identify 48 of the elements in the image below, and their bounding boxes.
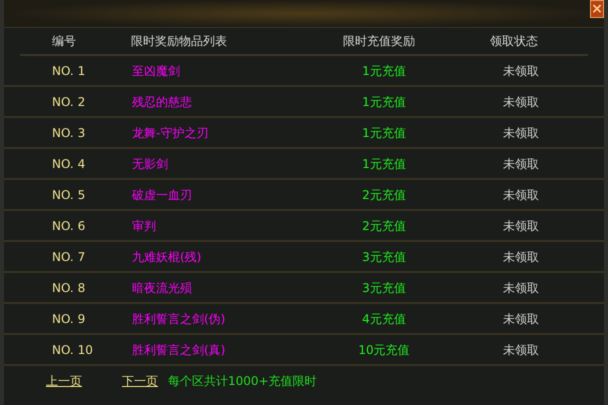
- item-name: 胜利誓言之剑(真): [132, 342, 226, 356]
- claim-status: 未领取: [503, 188, 539, 202]
- column-header: 限时充值奖励: [343, 34, 416, 48]
- claim-status: 未领取: [503, 342, 539, 356]
- next-page-link[interactable]: 下一页: [122, 372, 158, 390]
- recharge-amount: 1元充值: [362, 156, 406, 170]
- item-name: 残忍的慈悲: [132, 94, 192, 108]
- previous-page-link[interactable]: 上一页: [46, 372, 82, 390]
- row-number: NO. 10: [52, 342, 93, 356]
- close-button[interactable]: ×: [590, 0, 604, 18]
- claim-status: 未领取: [503, 280, 539, 294]
- row-number: NO. 6: [52, 218, 86, 232]
- row-number: NO. 9: [52, 312, 86, 326]
- item-name: 破虚一血刃: [132, 188, 192, 202]
- row-number: NO. 4: [52, 156, 86, 170]
- claim-status: 未领取: [503, 218, 539, 232]
- recharge-amount: 1元充值: [362, 64, 406, 78]
- row-number: NO. 3: [52, 126, 86, 140]
- claim-status: 未领取: [503, 126, 539, 140]
- item-name: 暗夜流光殒: [132, 280, 192, 294]
- recharge-amount: 10元充值: [358, 342, 410, 356]
- claim-status: 未领取: [503, 156, 539, 170]
- row-number: NO. 2: [52, 94, 86, 108]
- item-name: 无影剑: [132, 156, 168, 170]
- row-number: NO. 5: [52, 188, 86, 202]
- item-name: 龙舞-守护之刃: [132, 126, 208, 140]
- item-name: 胜利誓言之剑(伪): [132, 312, 226, 326]
- column-header: 限时奖励物品列表: [131, 34, 228, 48]
- column-header: 领取状态: [490, 34, 538, 48]
- claim-status: 未领取: [503, 64, 539, 78]
- column-header: 编号: [52, 34, 76, 48]
- item-name: 至凶魔剑: [132, 64, 180, 78]
- row-number: NO. 8: [52, 280, 86, 294]
- recharge-amount: 2元充值: [362, 218, 406, 232]
- item-name: 审判: [132, 218, 156, 232]
- claim-status: 未领取: [503, 94, 539, 108]
- recharge-amount: 3元充值: [362, 280, 406, 294]
- footer-note: 每个区共计1000+充值限时: [168, 373, 317, 390]
- recharge-amount: 3元充值: [362, 250, 406, 264]
- recharge-amount: 1元充值: [362, 126, 406, 140]
- row-number: NO. 1: [52, 64, 86, 78]
- row-number: NO. 7: [52, 250, 86, 264]
- claim-status: 未领取: [503, 250, 539, 264]
- recharge-amount: 4元充值: [362, 312, 406, 326]
- item-name: 九难妖棍(残): [132, 250, 202, 264]
- recharge-amount: 2元充值: [362, 188, 406, 202]
- claim-status: 未领取: [503, 312, 539, 326]
- recharge-amount: 1元充值: [362, 94, 406, 108]
